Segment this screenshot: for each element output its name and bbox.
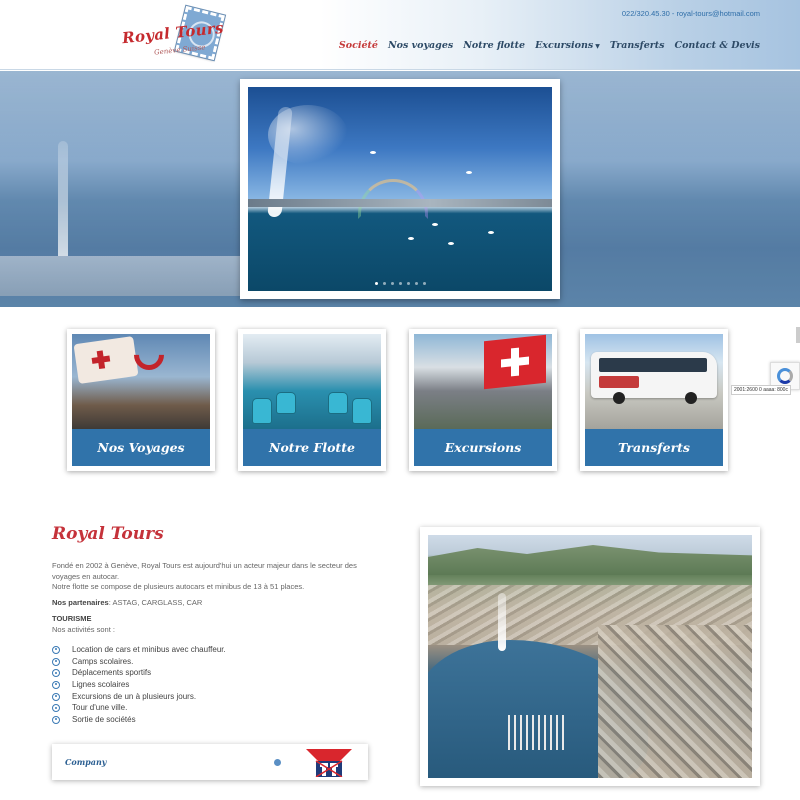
card-image	[414, 334, 552, 429]
partners-label: Nos partenaires	[52, 598, 109, 607]
chevron-down-icon: ▼	[595, 43, 600, 50]
card-label: Notre Flotte	[243, 429, 381, 466]
card-transferts[interactable]: Transferts	[580, 329, 728, 471]
bus-seat	[353, 399, 371, 423]
nav-contact-devis[interactable]: Contact & Devis	[675, 40, 760, 51]
bus-seat	[253, 399, 271, 423]
card-image	[243, 334, 381, 429]
jet-d-eau	[498, 593, 506, 651]
list-item-text: Lignes scolaires	[72, 680, 130, 690]
marina	[508, 715, 568, 750]
card-label: Nos Voyages	[72, 429, 210, 466]
list-item-text: Excursions de un à plusieurs jours.	[72, 691, 197, 701]
royal-tours-logo[interactable]: Royal Tours Genève Suisse	[120, 4, 230, 64]
company-accordion[interactable]: Company	[52, 744, 368, 780]
bus-image	[591, 352, 717, 398]
bus-wheel	[613, 392, 625, 404]
list-item-text: Déplacements sportifs	[72, 668, 152, 678]
coords-overlay: 2001:2600 0 aaaa: 800c	[731, 385, 791, 395]
slider-dots	[248, 282, 552, 285]
list-item: Excursions de un à plusieurs jours.	[52, 691, 226, 703]
tourisme-heading: TOURISME	[52, 614, 92, 623]
mountains	[428, 545, 752, 575]
card-label: Excursions	[414, 429, 552, 466]
site-header: Royal Tours Genève Suisse 022/320.45.30 …	[0, 0, 800, 70]
bullet-icon	[52, 704, 60, 713]
geneva-image	[428, 535, 752, 778]
bullet-icon	[52, 657, 60, 666]
card-notre-flotte[interactable]: Notre Flotte	[238, 329, 386, 471]
list-item: Location de cars et minibus avec chauffe…	[52, 644, 226, 656]
slide-image	[248, 87, 552, 291]
bullet-icon	[52, 692, 60, 701]
intro-paragraph-1: Fondé en 2002 à Genève, Royal Tours est …	[52, 561, 357, 581]
list-item-text: Camps scolaires.	[72, 656, 134, 666]
company-label: Company	[65, 757, 107, 767]
side-tab[interactable]	[796, 327, 800, 343]
list-item: Lignes scolaires	[52, 679, 226, 691]
bullet-icon	[52, 680, 60, 689]
card-nos-voyages[interactable]: Nos Voyages	[67, 329, 215, 471]
contact-info[interactable]: 022/320.45.30 - royal-tours@hotmail.com	[622, 9, 760, 18]
card-excursions[interactable]: Excursions	[409, 329, 557, 471]
bullet-icon	[52, 645, 60, 654]
list-item: Sortie de sociétés	[52, 714, 226, 726]
swiss-flag	[484, 334, 546, 390]
list-item: Camps scolaires.	[52, 656, 226, 668]
slider-dot[interactable]	[414, 282, 418, 285]
toggle-dot-icon[interactable]	[274, 759, 281, 766]
nav-societe[interactable]: Société	[339, 40, 378, 51]
hero-slider[interactable]	[240, 79, 560, 299]
bird	[370, 151, 376, 154]
nav-nos-voyages[interactable]: Nos voyages	[388, 40, 453, 51]
intro-paragraph-2: Notre flotte se compose de plusieurs aut…	[52, 582, 305, 591]
nav-transferts[interactable]: Transferts	[610, 40, 665, 51]
slider-dot[interactable]	[398, 282, 402, 285]
card-image	[585, 334, 723, 429]
bird	[408, 237, 414, 240]
bus-seat	[329, 393, 347, 413]
bird	[466, 171, 472, 174]
bird	[488, 231, 494, 234]
about-intro: Fondé en 2002 à Genève, Royal Tours est …	[52, 561, 382, 593]
main-nav: Société Nos voyages Notre flotte Excursi…	[339, 40, 760, 51]
bird	[432, 223, 438, 226]
bullet-icon	[52, 669, 60, 678]
shoreline	[248, 199, 552, 207]
list-item: Déplacements sportifs	[52, 667, 226, 679]
slider-dot[interactable]	[390, 282, 394, 285]
nav-notre-flotte[interactable]: Notre flotte	[463, 40, 525, 51]
activities-list: Location de cars et minibus avec chauffe…	[52, 644, 226, 726]
slider-dot[interactable]	[406, 282, 410, 285]
list-item-text: Location de cars et minibus avec chauffe…	[72, 645, 226, 654]
geneva-aerial-photo	[420, 527, 760, 786]
list-item: Tour d'une ville.	[52, 702, 226, 714]
nav-excursions[interactable]: Excursions ▼	[535, 40, 600, 51]
recaptcha-icon	[777, 368, 793, 384]
partner-logo-icon	[306, 749, 352, 777]
bus-seat	[277, 393, 295, 413]
card-label: Transferts	[585, 429, 723, 466]
partners-value: : ASTAG, CARGLASS, CAR	[108, 598, 203, 607]
slider-dot[interactable]	[422, 282, 426, 285]
bullet-icon	[52, 715, 60, 724]
slider-dot[interactable]	[374, 282, 378, 285]
list-item-text: Sortie de sociétés	[72, 715, 136, 725]
city-south	[598, 625, 752, 778]
list-item-text: Tour d'une ville.	[72, 703, 128, 713]
activities-heading: Nos activités sont :	[52, 625, 115, 634]
bird	[448, 242, 454, 245]
slider-dot[interactable]	[382, 282, 386, 285]
nav-excursions-label: Excursions	[535, 40, 594, 51]
bus-wheel	[685, 392, 697, 404]
about-title: Royal Tours	[52, 524, 164, 544]
red-cross-flag	[73, 336, 139, 384]
partners-line: Nos partenaires: ASTAG, CARGLASS, CAR	[52, 598, 202, 607]
card-image	[72, 334, 210, 429]
